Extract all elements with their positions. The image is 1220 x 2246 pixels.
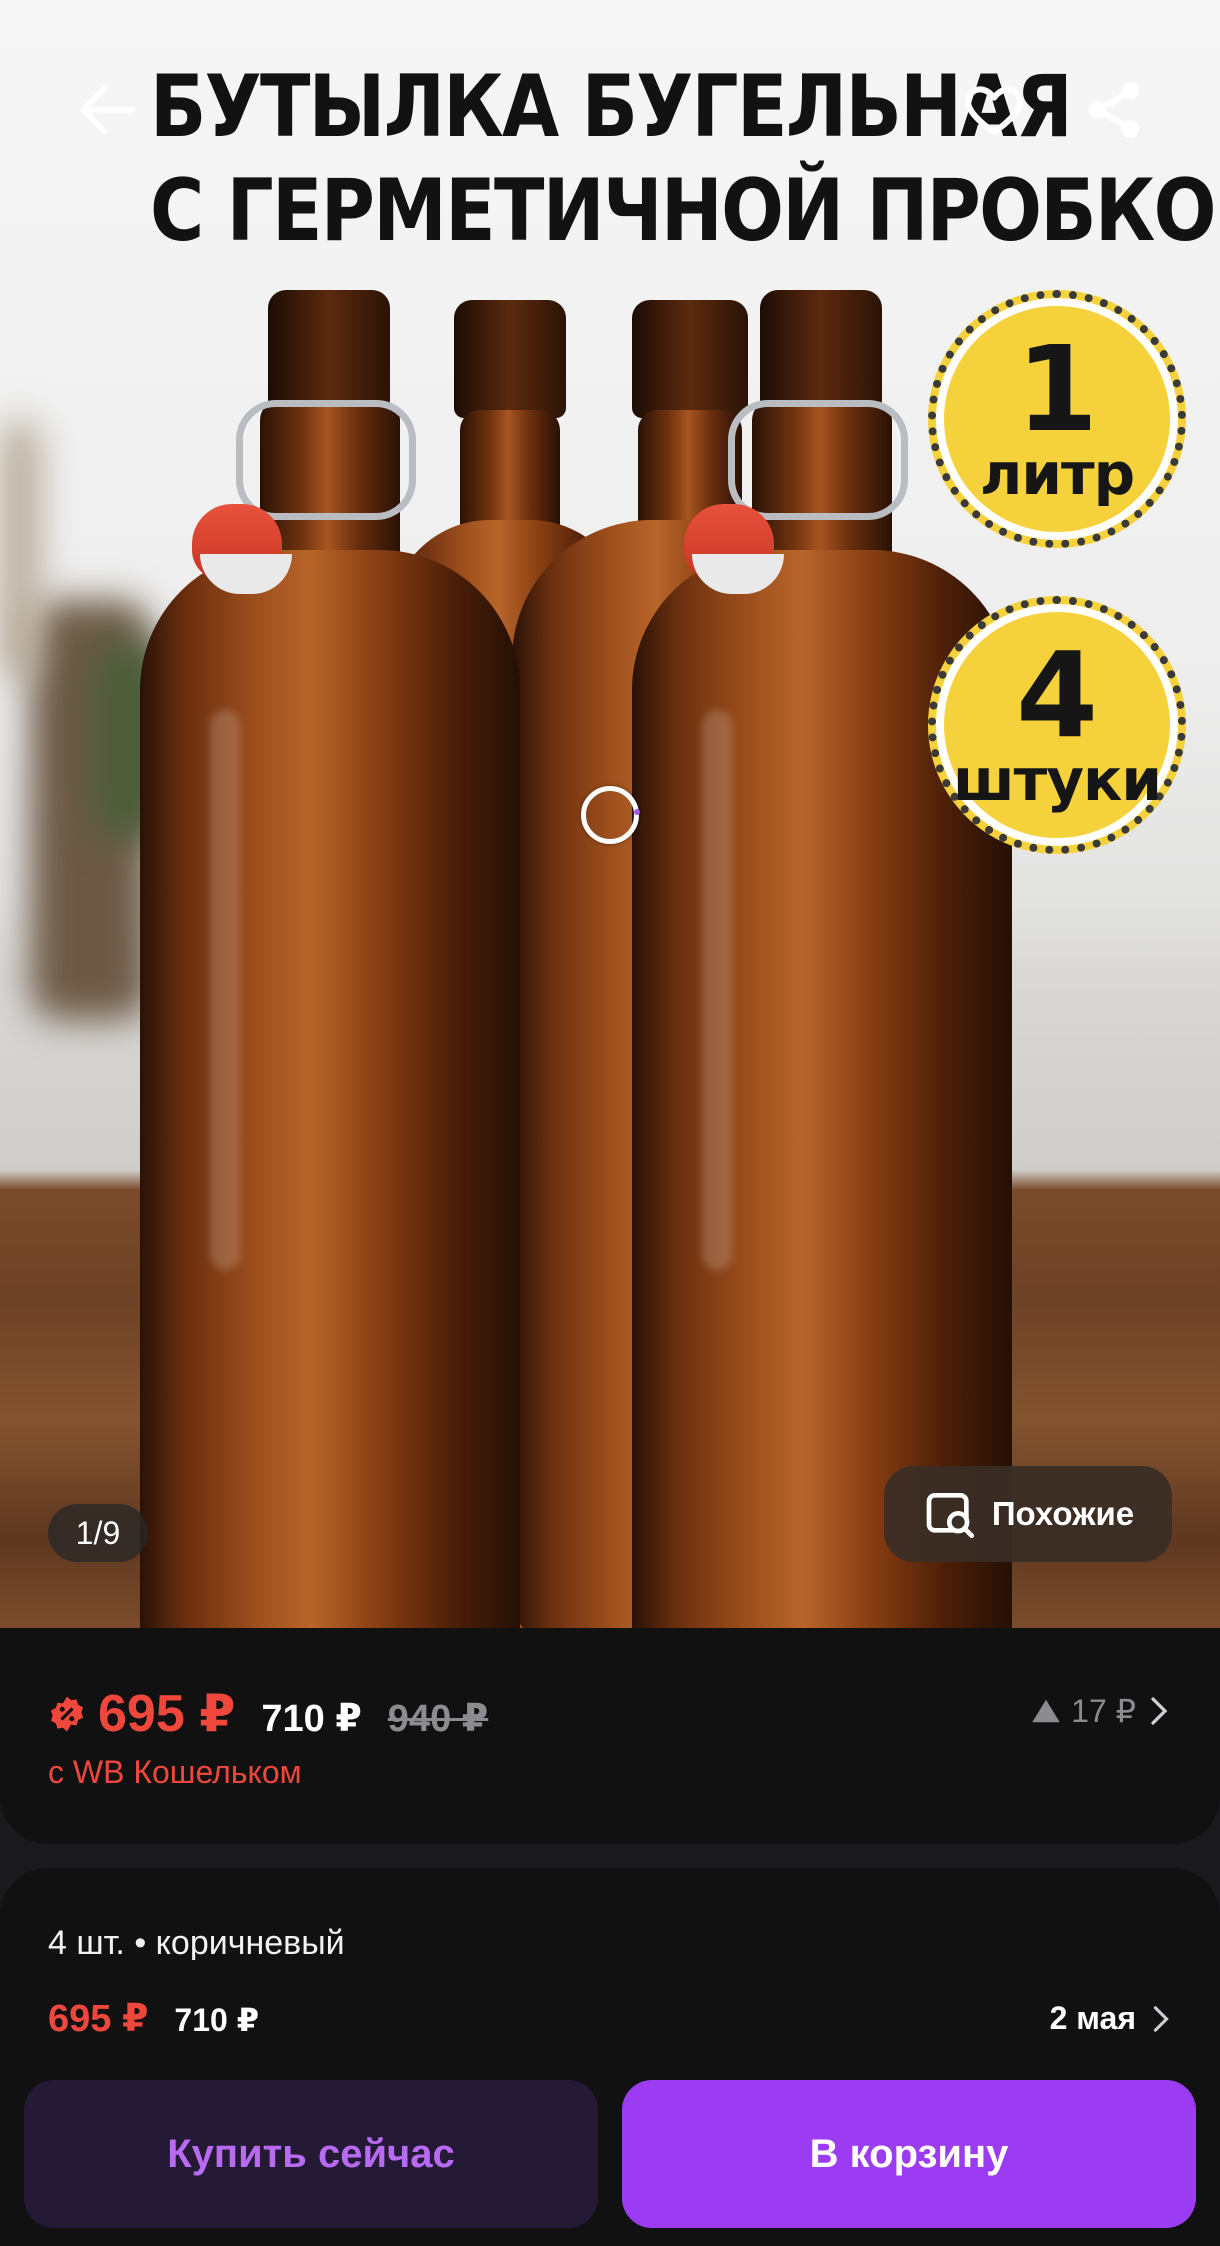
price-row: 695 ₽ 710 ₽ 940 ₽ — [48, 1684, 488, 1744]
triangle-up-icon — [1032, 1699, 1060, 1723]
loading-spinner-icon — [581, 786, 640, 844]
back-button[interactable] — [64, 66, 152, 154]
similar-label: Похожие — [991, 1495, 1135, 1532]
share-icon — [1088, 81, 1140, 139]
price-history-button[interactable]: 17 ₽ — [1031, 1692, 1172, 1730]
old-price: 940 ₽ — [387, 1698, 489, 1740]
chevron-right-icon — [1153, 2005, 1169, 2032]
image-page-counter: 1/9 — [48, 1504, 148, 1562]
regular-price: 710 ₽ — [261, 1698, 362, 1740]
wallet-price: 695 ₽ — [98, 1685, 236, 1743]
price-change-value: 17 ₽ — [1071, 1693, 1136, 1729]
volume-badge: 1 литр — [928, 290, 1186, 548]
quantity-badge: 4 штуки — [928, 596, 1186, 854]
search-similar-icon — [926, 1493, 974, 1539]
delivery-date-button[interactable]: 2 мая — [1050, 2000, 1172, 2037]
chevron-right-icon — [1151, 1697, 1168, 1725]
product-image-gallery[interactable]: БУТЫЛКА БУГЕЛЬНАЯ С ГЕРМЕТИЧНОЙ ПРОБКОЙ … — [0, 0, 1220, 1628]
favorite-button[interactable] — [950, 66, 1038, 154]
variant-price-row: 695 ₽ 710 ₽ — [48, 1996, 259, 2041]
delivery-date: 2 мая — [1049, 2000, 1136, 2036]
price-card: 695 ₽ 710 ₽ 940 ₽ с WB Кошельком 17 ₽ — [0, 1628, 1220, 1844]
discount-badge-icon — [51, 1696, 83, 1732]
add-to-cart-button[interactable]: В корзину — [622, 2080, 1196, 2228]
variant-description: 4 шт. • коричневый — [48, 1924, 345, 1960]
background-blur — [0, 420, 40, 680]
share-button[interactable] — [1070, 66, 1158, 154]
wallet-note: с WB Кошельком — [48, 1754, 302, 1790]
arrow-left-icon — [80, 85, 136, 135]
variant-regular-price: 710 ₽ — [174, 2002, 259, 2038]
similar-products-button[interactable]: Похожие — [884, 1466, 1172, 1562]
variant-wallet-price: 695 ₽ — [48, 1998, 149, 2040]
buy-now-button[interactable]: Купить сейчас — [24, 2080, 598, 2228]
heart-icon — [965, 86, 1023, 136]
image-title: БУТЫЛКА БУГЕЛЬНАЯ С ГЕРМЕТИЧНОЙ ПРОБКОЙ — [150, 57, 1220, 261]
